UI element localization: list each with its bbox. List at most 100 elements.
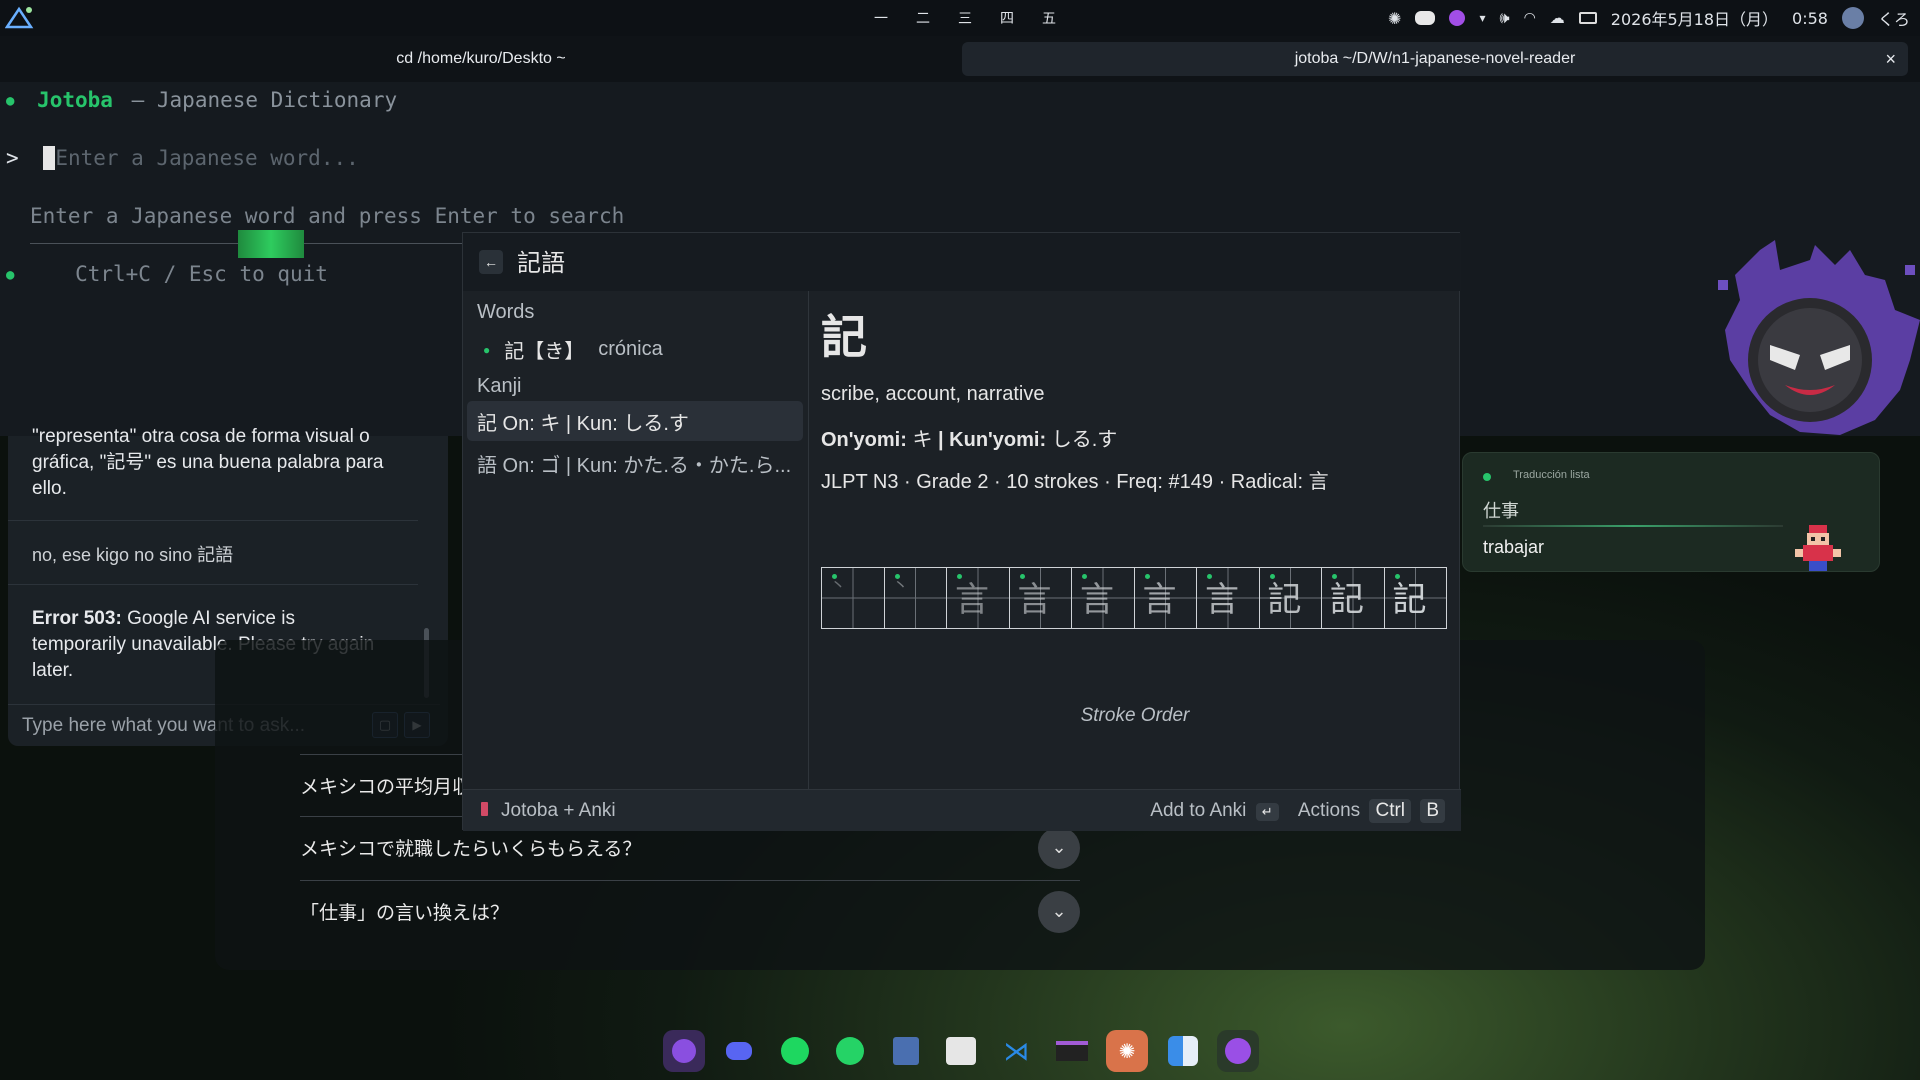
spotify-icon[interactable]: [774, 1030, 816, 1072]
results-list: Words ● 記【き】 crónica Kanji 記 On: キ | Kun…: [463, 291, 809, 789]
gastly-sprite: [1718, 240, 1920, 435]
vscode-icon[interactable]: ⋊: [995, 1030, 1037, 1072]
user-message: no, ese kigo no sino 記語: [32, 545, 234, 565]
date-label[interactable]: 2026年5月18日（月）: [1611, 6, 1778, 30]
kanji-header: Kanji: [477, 375, 522, 397]
workspace-5[interactable]: 五: [1028, 8, 1070, 28]
stroke-cell: 記: [1322, 568, 1385, 628]
word-meaning: crónica: [598, 338, 663, 360]
popup-footer: Jotoba + Anki Add to Anki ↵ Actions Ctrl…: [463, 789, 1461, 831]
stroke-start-dot: [894, 574, 900, 579]
close-icon[interactable]: ×: [1885, 49, 1896, 70]
kanji-readings: On'yomi: キ | Kun'yomi: しる.す: [821, 429, 1118, 451]
tor-browser-icon[interactable]: [663, 1030, 705, 1072]
footer-actions: Add to Anki ↵ Actions Ctrl B: [1150, 799, 1445, 823]
stroke-start-dot: [1082, 574, 1087, 579]
search-hint: Enter a Japanese word and press Enter to…: [30, 204, 625, 228]
tor-tray-icon[interactable]: [1449, 10, 1466, 26]
app-subtitle: — Japanese Dictionary: [131, 88, 398, 112]
kanji-info: JLPT N3 · Grade 2 · 10 strokes · Freq: #…: [821, 471, 1329, 493]
system-tray: ✺ ▾ 🕪 ◠ ☁ 2026年5月18日（月） 0:58 くろ: [1388, 0, 1910, 36]
kunyomi-label: Kun'yomi:: [949, 429, 1047, 451]
kanji-item[interactable]: 語 On: ゴ | Kun: かた.る・かた.ら...: [467, 443, 803, 483]
avatar[interactable]: [1841, 7, 1864, 29]
tab-title: cd /home/kuro/Deskto ~: [396, 50, 566, 67]
discord-tray-icon[interactable]: [1415, 11, 1436, 25]
tray-dropdown-icon[interactable]: ▾: [1479, 11, 1485, 25]
whatsapp-icon[interactable]: [829, 1030, 871, 1072]
kanji-glyph: 記: [821, 310, 867, 364]
word-bullet: ●: [483, 342, 491, 357]
app-icon[interactable]: [1051, 1030, 1093, 1072]
words-header: Words: [477, 301, 535, 323]
workspace-3[interactable]: 三: [944, 8, 986, 28]
stroke-cell: 言: [1134, 568, 1197, 628]
volume-icon[interactable]: 🕪: [1499, 8, 1509, 28]
word-entry[interactable]: ● 記【き】 crónica: [483, 335, 663, 364]
source-text: 仕事: [1483, 501, 1519, 522]
stroke-glyph: 言: [1205, 580, 1239, 620]
terminal-icon[interactable]: [940, 1030, 982, 1072]
workspace-1[interactable]: 一: [860, 8, 902, 28]
search-input[interactable]: Enter a Japanese word...: [43, 146, 359, 170]
circle-app-icon[interactable]: [1216, 1030, 1259, 1072]
workspace-switcher: 一 二 三 四 五: [860, 0, 1070, 36]
stroke-start-dot: [957, 574, 962, 579]
stroke-start-dot: [832, 574, 837, 579]
stroke-glyph: 言: [1017, 580, 1052, 620]
loading-bar: [238, 230, 304, 258]
user-name[interactable]: くろ: [1878, 6, 1910, 30]
stroke-cell: 記: [1259, 568, 1322, 628]
tab-jotoba[interactable]: jotoba ~/D/W/n1-japanese-novel-reader ×: [962, 42, 1908, 76]
stroke-cell: 言: [947, 568, 1010, 628]
question-text: 「仕事」の言い換えは？: [300, 903, 510, 924]
workspace-4[interactable]: 四: [986, 8, 1028, 28]
translation-status: Traducción lista: [1513, 469, 1590, 481]
error-label: Error 503:: [32, 608, 122, 629]
actions-button[interactable]: Actions: [1298, 800, 1360, 821]
stroke-glyph: 言: [1080, 580, 1114, 620]
query-title: 記語: [517, 249, 565, 277]
discord-icon[interactable]: [718, 1030, 760, 1072]
terminal-tab-bar: cd /home/kuro/Deskto ~ jotoba ~/D/W/n1-j…: [0, 36, 1920, 82]
stroke-cell: 言: [1072, 568, 1135, 628]
status-dot: ●: [6, 267, 15, 283]
stroke-start-dot: [1332, 574, 1337, 579]
target-text: trabajar: [1483, 537, 1545, 557]
search-line: > Enter a Japanese word...: [6, 146, 359, 170]
kanji-meaning: scribe, account, narrative: [821, 383, 1045, 405]
wifi-icon[interactable]: ◠: [1524, 10, 1536, 26]
kanji-item-selected[interactable]: 記 On: キ | Kun: しる.す: [467, 401, 803, 441]
kanji-detail: 記 scribe, account, narrative On'yomi: キ …: [809, 291, 1461, 789]
battery-icon[interactable]: [1578, 12, 1597, 24]
stroke-order-caption: Stroke Order: [1080, 705, 1190, 726]
app-name: Jotoba: [37, 88, 113, 112]
footer-brand: Jotoba + Anki: [501, 800, 616, 821]
time-label[interactable]: 0:58: [1792, 9, 1828, 28]
quit-hint: Ctrl+C / Esc to quit: [75, 262, 328, 286]
stroke-start-dot: [1269, 574, 1275, 579]
finder-icon[interactable]: [1162, 1030, 1204, 1072]
trainer-sprite: [1795, 525, 1841, 571]
tab-shell[interactable]: cd /home/kuro/Deskto ~: [0, 42, 962, 76]
jotoba-popup: ← 記語 Words ● 記【き】 crónica Kanji 記 On: キ …: [462, 232, 1461, 831]
kunyomi-value: しる.す: [1051, 429, 1118, 451]
workspace-2[interactable]: 二: [902, 8, 944, 28]
status-dot: ●: [6, 93, 15, 109]
stroke-order-diagram: 丶丶言言言言言記記記: [821, 567, 1447, 629]
question-item[interactable]: 「仕事」の言い換えは？ ⌄: [300, 880, 1080, 942]
claude-tray-icon[interactable]: ✺: [1388, 9, 1401, 28]
top-bar: 一 二 三 四 五 ✺ ▾ 🕪 ◠ ☁ 2026年5月18日（月） 0:58 く…: [0, 0, 1920, 36]
popup-header: ← 記語: [463, 233, 1461, 291]
app-menu-icon[interactable]: [4, 4, 36, 32]
add-to-anki-button[interactable]: Add to Anki: [1150, 800, 1246, 821]
stroke-glyph: 記: [1267, 580, 1302, 620]
onyomi-value: キ: [912, 429, 933, 451]
chevron-down-icon[interactable]: ⌄: [1038, 826, 1080, 869]
sync-icon[interactable]: ☁: [1550, 9, 1565, 27]
files-icon[interactable]: [885, 1030, 927, 1072]
divider: [8, 584, 418, 585]
claude-icon[interactable]: ✺: [1106, 1030, 1149, 1072]
chevron-down-icon[interactable]: ⌄: [1038, 890, 1080, 933]
back-button[interactable]: ←: [479, 250, 503, 274]
